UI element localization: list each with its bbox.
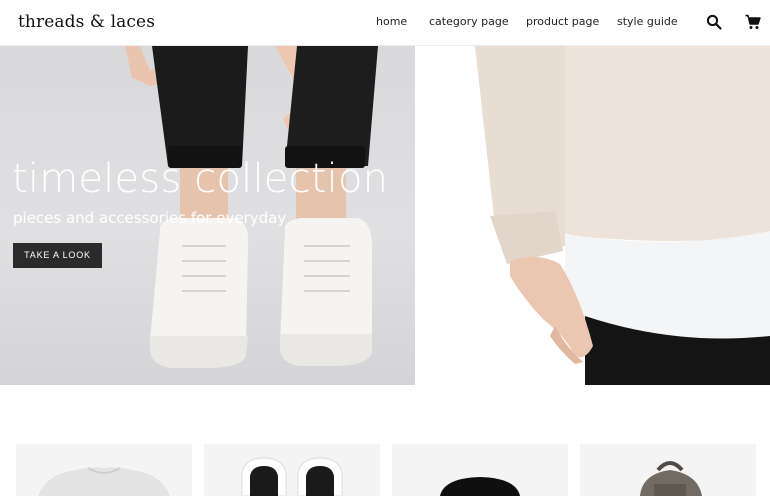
sneakers-image [241,457,343,496]
site-logo[interactable]: threads & laces [18,12,155,32]
hero-banner: timeless collection pieces and accessori… [0,46,770,385]
nav-home-link[interactable]: home [376,15,407,28]
hero-subtitle: pieces and accessories for everyday [13,209,287,227]
product-card-sneakers[interactable] [204,444,380,496]
nav-product-link[interactable]: product page [526,15,599,28]
product-card-beanie[interactable] [392,444,568,496]
product-card-backpack[interactable] [580,444,756,496]
nav-category-link[interactable]: category page [429,15,509,28]
hero-image-sweater [415,46,770,385]
search-icon[interactable] [706,14,724,32]
site-header: threads & laces home category page produ… [0,0,770,46]
sweatshirt-image [38,467,170,496]
hero-title: timeless collection [12,156,389,202]
backpack-image [640,461,702,496]
product-card-sweatshirt[interactable] [16,444,192,496]
beanie-image [440,477,520,496]
take-a-look-button[interactable]: TAKE A LOOK [13,243,102,268]
nav-style-guide-link[interactable]: style guide [617,15,678,28]
cart-icon[interactable] [745,14,763,32]
product-grid [0,444,770,496]
